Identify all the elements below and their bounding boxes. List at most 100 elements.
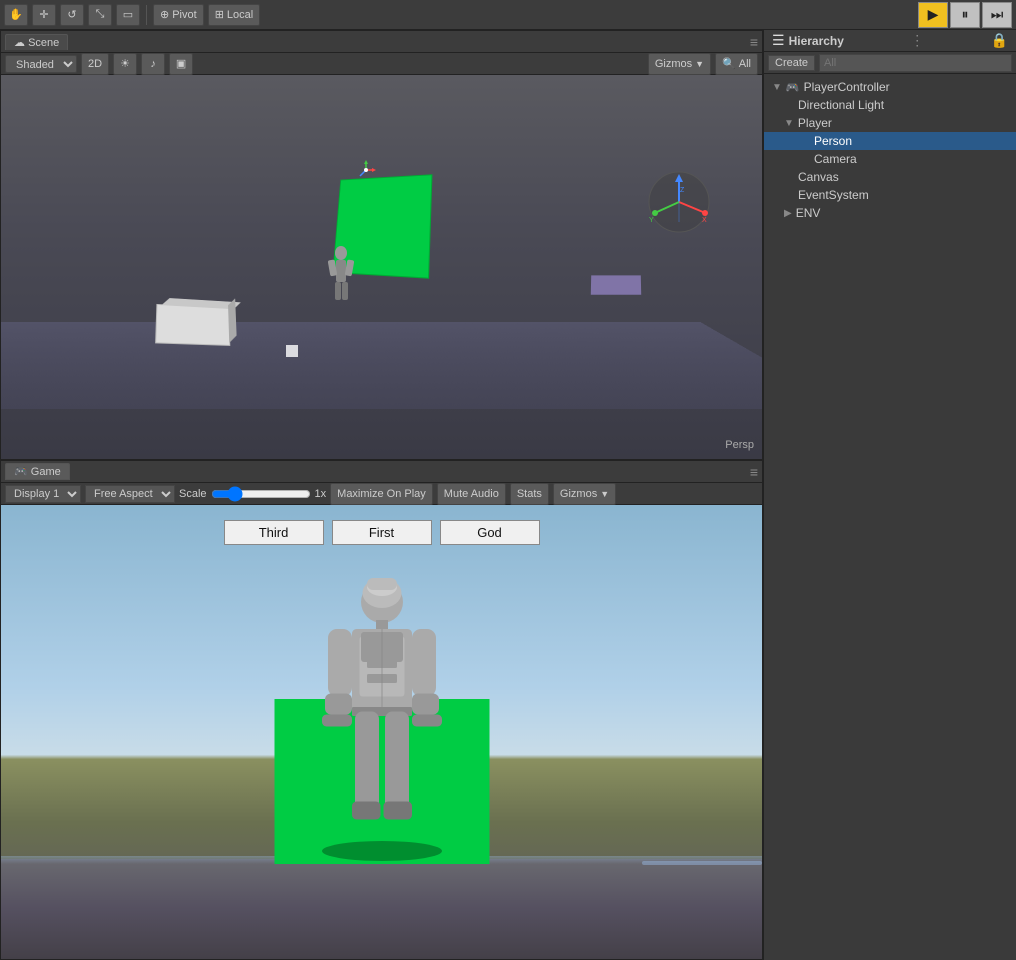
label-canvas: Canvas xyxy=(798,170,839,184)
maximize-label: Maximize On Play xyxy=(337,488,426,500)
svg-text:X: X xyxy=(702,217,707,224)
arrow-player-controller: ▼ xyxy=(772,82,782,93)
scale-slider[interactable] xyxy=(211,488,311,500)
label-event-system: EventSystem xyxy=(798,188,869,202)
stats-label: Stats xyxy=(517,488,542,500)
move-tool-btn[interactable]: ✛ xyxy=(32,4,56,26)
svg-text:Z: Z xyxy=(680,187,685,194)
hierarchy-item-event-system[interactable]: EventSystem xyxy=(764,186,1016,204)
main-layout: ☁ Scene ≡ Shaded 2D ☀ ♪ ▣ Gizmos ▼ xyxy=(0,30,1016,960)
aspect-select[interactable]: Free Aspect xyxy=(85,485,175,503)
arrow-env: ▶ xyxy=(784,208,792,219)
2d-toggle[interactable]: 2D xyxy=(81,53,109,75)
fx-toggle[interactable]: ▣ xyxy=(169,53,193,75)
third-person-btn[interactable]: Third xyxy=(224,520,324,545)
hand-tool-btn[interactable]: ✋ xyxy=(4,4,28,26)
label-env: ENV xyxy=(796,206,821,220)
hierarchy-item-env[interactable]: ▶ ENV xyxy=(764,204,1016,222)
display-select[interactable]: Display 1 xyxy=(5,485,81,503)
2d-label: 2D xyxy=(88,58,102,70)
all-layers-btn[interactable]: 🔍 All xyxy=(715,53,758,75)
label-player-controller: PlayerController xyxy=(804,80,890,94)
scene-tab-label: Scene xyxy=(28,37,59,49)
local-label: Local xyxy=(227,9,253,21)
scene-panel: ☁ Scene ≡ Shaded 2D ☀ ♪ ▣ Gizmos ▼ xyxy=(0,30,763,460)
hierarchy-icon: ☰ xyxy=(772,32,785,49)
arrow-player: ▼ xyxy=(784,118,794,129)
scale-container: Scale 1x xyxy=(179,488,326,500)
game-character xyxy=(282,569,482,869)
local-icon: ⊞ xyxy=(215,8,224,21)
game-tab-label: Game xyxy=(31,466,61,478)
camera-buttons: Third First God xyxy=(224,520,540,545)
game-gizmos-btn[interactable]: Gizmos ▼ xyxy=(553,483,616,505)
icon-player-controller: 🎮 xyxy=(786,81,800,94)
scale-value: 1x xyxy=(315,488,327,500)
hierarchy-header: ☰ Hierarchy ⋮ 🔒 xyxy=(764,30,1016,52)
hierarchy-search-input[interactable] xyxy=(819,54,1012,72)
scene-tab-bar: ☁ Scene ≡ xyxy=(1,31,762,53)
mute-audio-btn[interactable]: Mute Audio xyxy=(437,483,506,505)
hierarchy-title: Hierarchy xyxy=(789,34,844,48)
scene-icon: ☁ xyxy=(14,37,25,49)
game-tab-bar: 🎮 Game ≡ xyxy=(1,461,762,483)
scale-label: Scale xyxy=(179,488,207,500)
scene-tab[interactable]: ☁ Scene xyxy=(5,34,68,50)
transform-gizmo xyxy=(356,160,376,180)
separator-1 xyxy=(146,5,147,25)
local-btn[interactable]: ⊞ Local xyxy=(208,4,261,26)
label-directional-light: Directional Light xyxy=(798,98,884,112)
label-camera: Camera xyxy=(814,152,857,166)
gizmos-arrow: ▼ xyxy=(695,59,704,69)
game-gizmos-arrow: ▼ xyxy=(600,489,609,499)
rotate-tool-btn[interactable]: ↺ xyxy=(60,4,84,26)
game-viewport[interactable]: Third First God xyxy=(1,505,762,959)
game-icon: 🎮 xyxy=(14,466,28,478)
hierarchy-item-canvas[interactable]: Canvas xyxy=(764,168,1016,186)
gizmo-widget[interactable]: Z X Y xyxy=(647,170,712,235)
hierarchy-create-btn[interactable]: Create xyxy=(768,55,815,71)
search-icon: 🔍 xyxy=(722,57,736,70)
maximize-on-play-btn[interactable]: Maximize On Play xyxy=(330,483,433,505)
scene-character xyxy=(326,245,356,315)
rect-tool-btn[interactable]: ▭ xyxy=(116,4,140,26)
pivot-icon: ⊕ xyxy=(160,8,169,21)
pause-button[interactable]: ⏸ xyxy=(950,2,980,28)
play-button[interactable]: ▶ xyxy=(918,2,948,28)
hierarchy-lock[interactable]: 🔒 xyxy=(991,32,1008,49)
mute-label: Mute Audio xyxy=(444,488,499,500)
hierarchy-item-person[interactable]: Person xyxy=(764,132,1016,150)
all-label: All xyxy=(739,58,751,70)
hierarchy-content: ▼ 🎮 PlayerController Directional Light ▼ Play… xyxy=(764,74,1016,960)
shading-select[interactable]: Shaded xyxy=(5,55,77,73)
scene-overflow-menu[interactable]: ≡ xyxy=(750,34,758,50)
god-mode-btn[interactable]: God xyxy=(440,520,540,545)
gizmos-label: Gizmos xyxy=(655,58,692,70)
step-button[interactable]: ⏭ xyxy=(982,2,1012,28)
pivot-label: Pivot xyxy=(172,9,196,21)
scene-viewport[interactable]: Z X Y xyxy=(1,75,762,459)
hierarchy-item-player[interactable]: ▼ Player xyxy=(764,114,1016,132)
pivot-btn[interactable]: ⊕ Pivot xyxy=(153,4,204,26)
hierarchy-item-camera[interactable]: Camera xyxy=(764,150,1016,168)
hierarchy-item-player-controller[interactable]: ▼ 🎮 PlayerController xyxy=(764,78,1016,96)
gizmos-btn[interactable]: Gizmos ▼ xyxy=(648,53,711,75)
right-panel: ☰ Hierarchy ⋮ 🔒 Create ▼ 🎮 PlayerControlle… xyxy=(763,30,1016,960)
hierarchy-toolbar: Create xyxy=(764,52,1016,74)
hierarchy-overflow[interactable]: ⋮ xyxy=(910,32,924,49)
scene-toolbar: Shaded 2D ☀ ♪ ▣ Gizmos ▼ 🔍 All xyxy=(1,53,762,75)
game-tab[interactable]: 🎮 Game xyxy=(5,463,70,480)
label-player: Player xyxy=(798,116,832,130)
stats-btn[interactable]: Stats xyxy=(510,483,549,505)
scale-tool-btn[interactable]: ⤡ xyxy=(88,4,112,26)
game-ground xyxy=(1,859,762,959)
game-overflow-menu[interactable]: ≡ xyxy=(750,464,758,480)
light-indicator xyxy=(286,345,298,357)
hierarchy-item-directional-light[interactable]: Directional Light xyxy=(764,96,1016,114)
first-person-btn[interactable]: First xyxy=(332,520,432,545)
white-box xyxy=(155,304,230,346)
audio-toggle[interactable]: ♪ xyxy=(141,53,165,75)
play-controls: ▶ ⏸ ⏭ xyxy=(918,2,1012,28)
light-toggle[interactable]: ☀ xyxy=(113,53,137,75)
persp-label: Persp xyxy=(725,439,754,451)
